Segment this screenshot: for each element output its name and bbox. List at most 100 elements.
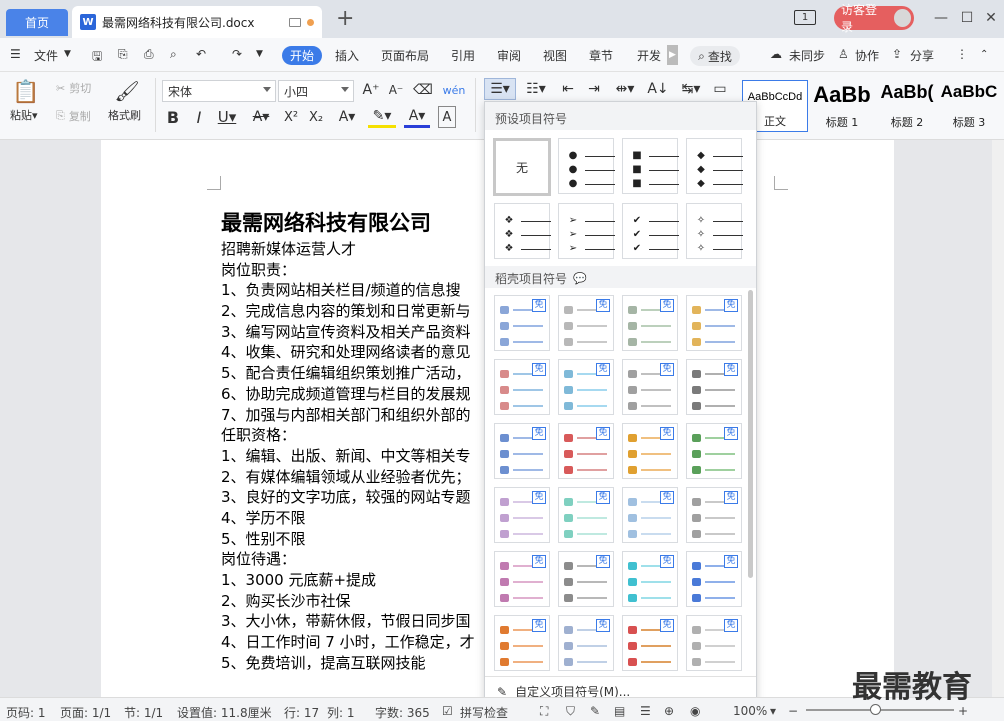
clear-format-icon[interactable]: ⌫: [413, 80, 433, 100]
bold-icon[interactable]: B: [164, 106, 182, 128]
increase-font-icon[interactable]: A⁺: [362, 80, 380, 100]
decrease-font-icon[interactable]: A⁻: [387, 80, 405, 100]
wps-bullet-option[interactable]: 免: [622, 359, 678, 415]
sync-status[interactable]: 未同步: [789, 47, 825, 64]
share-icon[interactable]: ⇪: [892, 47, 902, 61]
hamburger-icon[interactable]: ☰: [10, 47, 21, 61]
paste-icon[interactable]: 📋: [12, 78, 40, 106]
more-icon[interactable]: ⋮: [956, 47, 968, 61]
style-heading-2[interactable]: AaBb( 标题 2: [876, 80, 938, 132]
subscript-icon[interactable]: X₂: [306, 106, 326, 128]
wps-bullet-option[interactable]: 免: [558, 359, 614, 415]
bullet-option-preset[interactable]: ❖ ❖ ❖: [494, 203, 551, 259]
tab-document[interactable]: W 最需网络科技有限公司.docx: [72, 6, 322, 38]
window-count-badge[interactable]: 1: [794, 10, 816, 25]
print-icon[interactable]: ⎙: [144, 47, 154, 62]
decrease-indent-icon[interactable]: ⇤: [558, 78, 578, 100]
wps-bullet-option[interactable]: 免: [686, 359, 742, 415]
style-heading-1[interactable]: AaBb 标题 1: [810, 80, 874, 132]
wps-bullet-option[interactable]: 免: [558, 487, 614, 543]
user-icon[interactable]: ♙: [838, 47, 849, 61]
wps-bullet-option[interactable]: 免: [558, 615, 614, 671]
phonetic-icon[interactable]: wén: [442, 80, 466, 100]
text-effect-icon[interactable]: A▾: [334, 106, 360, 128]
menu-tab-layout[interactable]: 页面布局: [381, 47, 429, 64]
zoom-in-icon[interactable]: +: [958, 704, 968, 718]
bullet-option-preset[interactable]: ✧ ✧ ✧: [686, 203, 743, 259]
zoom-level[interactable]: 100%: [733, 704, 767, 718]
wps-bullet-option[interactable]: 免: [622, 487, 678, 543]
wps-bullet-option[interactable]: 免: [622, 551, 678, 607]
vertical-scrollbar[interactable]: [992, 140, 1004, 697]
wps-bullet-option[interactable]: 免: [686, 295, 742, 351]
brush-icon[interactable]: 🖌: [114, 78, 139, 104]
focus-mode-icon[interactable]: ⛶: [540, 704, 548, 719]
wps-bullet-option[interactable]: 免: [494, 423, 550, 479]
menu-tab-section[interactable]: 章节: [589, 47, 613, 64]
bullet-option-preset[interactable]: ➢ ➢ ➢: [558, 203, 615, 259]
close-button[interactable]: ✕: [980, 7, 1002, 29]
highlight-icon[interactable]: ✎▾: [368, 106, 396, 128]
font-size-select[interactable]: 小四: [278, 80, 354, 102]
chevron-down-icon[interactable]: ▼: [64, 49, 71, 59]
zoom-out-icon[interactable]: −: [788, 704, 798, 718]
menu-tab-insert[interactable]: 插入: [335, 47, 359, 64]
wps-bullet-option[interactable]: 免: [686, 487, 742, 543]
increase-indent-icon[interactable]: ⇥: [584, 78, 604, 100]
bullet-option-preset[interactable]: ● ● ●: [558, 138, 615, 194]
format-painter-button[interactable]: 格式刷: [108, 108, 141, 122]
maximize-button[interactable]: ☐: [956, 7, 978, 29]
status-page-number[interactable]: 页码: 1: [6, 704, 46, 721]
status-section[interactable]: 节: 1/1: [124, 704, 163, 721]
edit-mode-icon[interactable]: ✎: [590, 704, 600, 718]
bullet-option-preset[interactable]: ✔ ✔ ✔: [622, 203, 679, 259]
tab-home[interactable]: 首页: [6, 9, 68, 36]
visitor-login-button[interactable]: 访客登录: [834, 3, 914, 34]
wps-bullet-option[interactable]: 免: [622, 615, 678, 671]
wps-bullet-option[interactable]: 免: [686, 615, 742, 671]
char-border-icon[interactable]: A: [438, 106, 456, 128]
italic-icon[interactable]: I: [190, 106, 208, 128]
font-color-icon[interactable]: A▾: [404, 106, 430, 128]
ruler-icon[interactable]: ▭: [710, 78, 730, 100]
status-pages[interactable]: 页面: 1/1: [60, 704, 111, 721]
wps-bullet-option[interactable]: 免: [494, 615, 550, 671]
superscript-icon[interactable]: X²: [281, 106, 301, 128]
wps-bullet-option[interactable]: 免: [686, 423, 742, 479]
menu-scroll-right-icon[interactable]: ▶: [667, 45, 678, 65]
sort-icon[interactable]: A↓: [647, 78, 668, 100]
menu-tab-review[interactable]: 审阅: [497, 47, 521, 64]
status-col[interactable]: 列: 1: [327, 704, 355, 721]
collab-button[interactable]: 协作: [855, 47, 879, 64]
new-tab-button[interactable]: +: [336, 8, 354, 30]
cloud-icon[interactable]: ☁: [770, 47, 782, 61]
save-icon[interactable]: 🖫: [92, 47, 102, 68]
wps-bullet-option[interactable]: 免: [558, 295, 614, 351]
style-heading-3[interactable]: AaBbC 标题 3: [940, 80, 998, 132]
spellcheck-icon[interactable]: ☑: [442, 704, 453, 718]
protect-icon[interactable]: ⛉: [566, 704, 575, 719]
page-view-icon[interactable]: ▤: [614, 704, 625, 718]
wps-bullet-option[interactable]: 免: [494, 295, 550, 351]
web-view-icon[interactable]: ⊕: [664, 704, 674, 718]
menu-tab-reference[interactable]: 引用: [451, 47, 475, 64]
reading-mode-icon[interactable]: ◉: [690, 704, 700, 718]
font-family-select[interactable]: 宋体: [162, 80, 276, 102]
panel-scrollbar[interactable]: [748, 290, 753, 578]
chinese-layout-icon[interactable]: ⇹▾: [612, 78, 638, 100]
redo-icon[interactable]: ↷: [232, 47, 242, 61]
wps-bullet-option[interactable]: 免: [558, 551, 614, 607]
more-chevron-icon[interactable]: ▼: [256, 49, 263, 59]
wps-bullet-option[interactable]: 免: [622, 295, 678, 351]
wps-bullet-option[interactable]: 免: [686, 551, 742, 607]
wps-bullet-option[interactable]: 免: [494, 551, 550, 607]
paste-button[interactable]: 粘贴 ▾: [10, 108, 38, 123]
wps-bullet-option[interactable]: 免: [494, 487, 550, 543]
bullet-list-icon[interactable]: ☰▾: [484, 78, 516, 100]
cut-button[interactable]: ✂ 剪切: [56, 80, 91, 96]
strikethrough-icon[interactable]: A▾: [248, 106, 274, 128]
search-button[interactable]: ⌕ 查找: [690, 46, 740, 66]
export-icon[interactable]: ⎘: [118, 47, 128, 62]
share-button[interactable]: 分享: [910, 47, 934, 64]
menu-file[interactable]: 文件: [34, 47, 58, 64]
